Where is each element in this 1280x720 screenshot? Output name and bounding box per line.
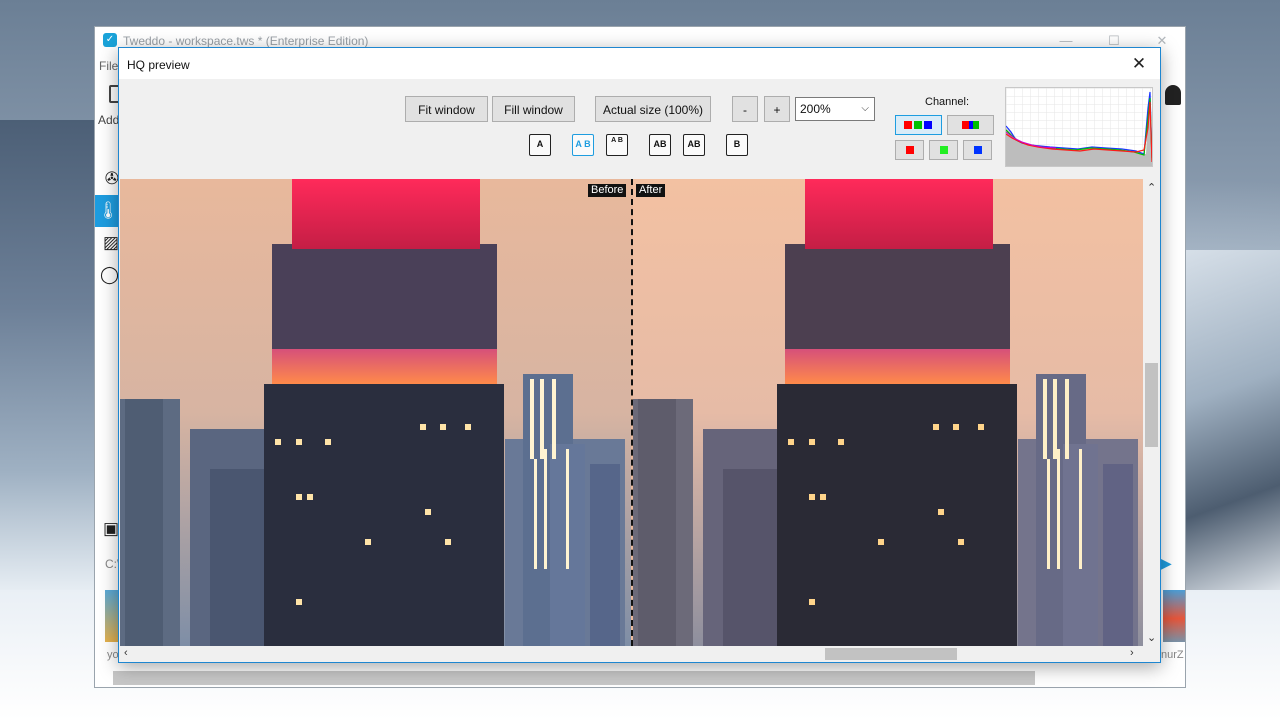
red-swatch-icon [904, 121, 912, 129]
scroll-right-icon[interactable]: › [1130, 647, 1134, 659]
menu-file[interactable]: File [99, 59, 118, 73]
histogram-plot [1005, 88, 1153, 166]
before-label: Before [588, 184, 627, 197]
actual-size-button[interactable]: Actual size (100%) [595, 96, 711, 122]
channel-red-button[interactable] [895, 140, 924, 160]
channel-rgb-alt-button[interactable] [947, 115, 994, 135]
app-logo-icon: ✓ [103, 33, 117, 47]
thumbnail-left[interactable] [105, 590, 119, 642]
channel-label: Channel: [925, 96, 970, 108]
fill-window-button[interactable]: Fill window [492, 96, 575, 122]
histogram [1005, 87, 1153, 167]
app-horizontal-scrollbar[interactable] [113, 671, 1035, 685]
preview-horizontal-scrollbar[interactable]: ‹ › [120, 646, 1143, 662]
zoom-select[interactable]: 200% ⌵ [795, 97, 875, 121]
thumbnail-right[interactable] [1163, 590, 1185, 642]
blue-swatch-icon [924, 121, 932, 129]
green-swatch-icon [914, 121, 922, 129]
scroll-down-icon[interactable]: ⌄ [1147, 631, 1156, 644]
hq-preview-dialog: HQ preview ✕ Fit window Fill window Actu… [118, 47, 1161, 663]
fit-window-button[interactable]: Fit window [405, 96, 488, 122]
thumbnail-right-label: nurZ [1161, 649, 1184, 661]
view-split-vertical-icon[interactable]: AB [649, 134, 671, 156]
dialog-close-button[interactable]: ✕ [1126, 52, 1152, 76]
green-swatch-icon [973, 121, 979, 129]
dialog-titlebar: HQ preview ✕ [119, 48, 1160, 79]
after-image [633, 179, 1143, 646]
zoom-select-value: 200% [800, 102, 831, 116]
help-icon[interactable] [1165, 85, 1181, 105]
channel-green-button[interactable] [929, 140, 958, 160]
scroll-up-icon[interactable]: ⌃ [1147, 181, 1156, 194]
preview-vertical-scrollbar[interactable]: ⌃ ⌄ [1143, 179, 1160, 646]
view-b-only-icon[interactable]: B [726, 134, 748, 156]
channel-rgb-button[interactable] [895, 115, 942, 135]
before-image [120, 179, 631, 646]
view-stacked-icon[interactable]: A B [606, 134, 628, 156]
green-swatch-icon [940, 146, 948, 154]
desktop-wallpaper-right [1186, 250, 1280, 600]
next-arrow-icon[interactable]: ▶ [1161, 555, 1172, 572]
chevron-down-icon: ⌵ [861, 103, 869, 114]
zoom-out-button[interactable]: - [732, 96, 758, 122]
preview-canvas[interactable]: Before After [120, 179, 1143, 646]
view-a-only-icon[interactable]: A [529, 134, 551, 156]
vertical-scroll-thumb[interactable] [1145, 363, 1158, 447]
view-split-horizontal-icon[interactable]: AB [683, 134, 705, 156]
horizontal-scroll-thumb[interactable] [825, 648, 957, 660]
add-button-label[interactable]: Add [98, 113, 119, 127]
scroll-left-icon[interactable]: ‹ [124, 647, 128, 659]
view-side-by-side-icon[interactable]: A B [572, 134, 594, 156]
channel-blue-button[interactable] [963, 140, 992, 160]
red-swatch-icon [906, 146, 914, 154]
dialog-title: HQ preview [127, 58, 190, 72]
zoom-in-button[interactable]: + [764, 96, 790, 122]
thumbnail-left-label: yo [107, 649, 119, 661]
app-title: Tweddo - workspace.tws * (Enterprise Edi… [123, 34, 369, 48]
before-after-divider[interactable] [631, 179, 633, 646]
after-label: After [636, 184, 666, 197]
blue-swatch-icon [974, 146, 982, 154]
